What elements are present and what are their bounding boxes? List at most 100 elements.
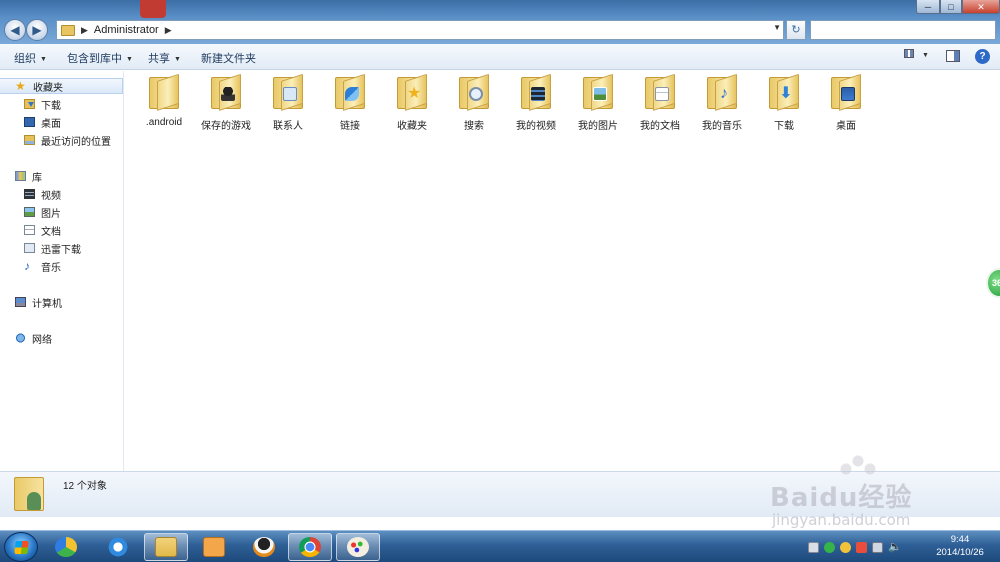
- network-tray-icon[interactable]: [872, 541, 883, 553]
- internet-explorer-icon: [107, 537, 129, 557]
- folder-item-my-pictures[interactable]: 我的图片: [567, 73, 629, 135]
- folder-label: 我的文档: [640, 121, 680, 132]
- folder-item-favorites[interactable]: ★ 收藏夹: [381, 73, 443, 135]
- preview-pane-button[interactable]: [946, 50, 960, 62]
- 360-safe-icon: [55, 537, 77, 557]
- chevron-down-icon: ▼: [922, 52, 929, 59]
- folder-label: 保存的游戏: [201, 121, 251, 132]
- nav-computer[interactable]: 计算机: [0, 294, 123, 310]
- taskbar-app-360[interactable]: [44, 533, 88, 561]
- downloads-folder-icon: ⬇: [767, 73, 801, 111]
- downloads-icon: [24, 99, 35, 109]
- folder-label: 联系人: [273, 121, 303, 132]
- nav-item-music[interactable]: ♪ 音乐: [0, 258, 123, 274]
- nav-item-pictures[interactable]: 图片: [0, 204, 123, 220]
- folder-item-desktop[interactable]: 桌面: [815, 73, 877, 135]
- share-menu[interactable]: 共享 ▼: [148, 50, 181, 66]
- organize-menu[interactable]: 组织 ▼: [14, 50, 47, 66]
- chrome-icon: [299, 537, 321, 557]
- folder-item-contacts[interactable]: 联系人: [257, 73, 319, 135]
- nav-favorites[interactable]: ★ 收藏夹: [0, 78, 123, 94]
- nav-network-label: 网络: [32, 334, 52, 346]
- breadcrumb-administrator[interactable]: Administrator: [94, 24, 159, 36]
- address-bar[interactable]: ▶ Administrator ▶ ▼: [56, 20, 784, 40]
- folder-item-my-music[interactable]: ♪ 我的音乐: [691, 73, 753, 135]
- nav-item-label: 视频: [41, 190, 61, 202]
- change-view-button[interactable]: ▼: [904, 49, 932, 65]
- chevron-down-icon: ▼: [40, 56, 47, 63]
- nav-item-videos[interactable]: 视频: [0, 186, 123, 202]
- nav-item-label: 图片: [41, 208, 61, 220]
- folder-item-downloads[interactable]: ⬇ 下载: [753, 73, 815, 135]
- libraries-icon: [15, 171, 26, 181]
- nav-item-documents[interactable]: 文档: [0, 222, 123, 238]
- details-pane: 12 个对象: [0, 471, 1000, 517]
- searches-folder-icon: [457, 73, 491, 111]
- taskbar-app-chrome[interactable]: [288, 533, 332, 561]
- file-list[interactable]: .android 保存的游戏 联系人 链接 ★ 收藏夹 搜索 我的视频 我的图片…: [125, 71, 1000, 471]
- folder-label: 我的音乐: [702, 121, 742, 132]
- nav-item-downloads[interactable]: 下载: [0, 96, 123, 112]
- taskbar-app-qq[interactable]: [242, 533, 286, 561]
- taskbar-app-explorer[interactable]: [144, 533, 188, 561]
- antivirus-tray-icon[interactable]: [856, 541, 867, 553]
- folder-label: 收藏夹: [397, 121, 427, 132]
- links-folder-icon: [333, 73, 367, 111]
- music-folder-icon: ♪: [705, 73, 739, 111]
- network-icon: [15, 333, 26, 343]
- pictures-icon: [24, 207, 35, 217]
- nav-item-label: 迅雷下载: [41, 244, 81, 256]
- refresh-button[interactable]: ↻: [786, 20, 806, 40]
- folder-label: 我的图片: [578, 121, 618, 132]
- recent-places-icon: [24, 135, 35, 145]
- help-icon[interactable]: ?: [975, 49, 990, 64]
- folder-item-saved-games[interactable]: 保存的游戏: [195, 73, 257, 135]
- nav-item-desktop[interactable]: 桌面: [0, 114, 123, 130]
- system-clock[interactable]: 9:44 2014/10/26: [926, 533, 994, 559]
- star-icon: ★: [15, 79, 26, 93]
- nav-libraries[interactable]: 库: [0, 168, 123, 184]
- start-button[interactable]: [4, 532, 38, 562]
- folder-item-my-videos[interactable]: 我的视频: [505, 73, 567, 135]
- taskbar-app-ie[interactable]: [96, 533, 140, 561]
- contacts-folder-icon: [271, 73, 305, 111]
- taskbar-app-media[interactable]: [192, 533, 236, 561]
- include-in-library-menu[interactable]: 包含到库中 ▼: [67, 50, 133, 66]
- nav-item-thunder-downloads[interactable]: 迅雷下载: [0, 240, 123, 256]
- folder-item-my-documents[interactable]: 我的文档: [629, 73, 691, 135]
- nav-item-recent-places[interactable]: 最近访问的位置: [0, 132, 123, 148]
- folder-item-links[interactable]: 链接: [319, 73, 381, 135]
- music-note-icon: ♪: [24, 259, 30, 273]
- navigation-pane: ★ 收藏夹 下载 桌面 最近访问的位置 库 视频 图片 文档 迅雷下载 ♪ 音乐…: [0, 71, 124, 471]
- chevron-down-icon: ▼: [174, 56, 181, 63]
- keyboard-icon[interactable]: [808, 541, 819, 553]
- taskbar-app-paint[interactable]: [336, 533, 380, 561]
- desktop-folder-icon: [829, 73, 863, 111]
- nav-item-label: 文档: [41, 226, 61, 238]
- 360-tray-icon[interactable]: [824, 541, 835, 553]
- clock-time: 9:44: [950, 534, 970, 545]
- search-input[interactable]: [810, 20, 996, 40]
- new-folder-button[interactable]: 新建文件夹: [201, 50, 256, 66]
- maximize-button[interactable]: □: [940, 0, 962, 14]
- window-titlebar: ─ □ ✕ ◀ ▶ ▶ Administrator ▶ ▼ ↻: [0, 0, 1000, 44]
- nav-item-label: 最近访问的位置: [41, 136, 111, 148]
- forward-button[interactable]: ▶: [26, 19, 48, 41]
- address-history-dropdown-icon[interactable]: ▼: [773, 23, 781, 32]
- user-folder-icon: [61, 24, 75, 36]
- folder-label: 链接: [340, 121, 360, 132]
- breadcrumb-separator-icon[interactable]: ▶: [81, 25, 88, 36]
- folder-item-android[interactable]: .android: [133, 73, 195, 135]
- thunder-downloads-icon: [24, 243, 35, 253]
- command-bar: 组织 ▼ 包含到库中 ▼ 共享 ▼ 新建文件夹 ▼ ?: [0, 44, 1000, 70]
- windows-logo-icon: [14, 541, 29, 554]
- folder-item-searches[interactable]: 搜索: [443, 73, 505, 135]
- minimize-button[interactable]: ─: [916, 0, 940, 14]
- back-button[interactable]: ◀: [4, 19, 26, 41]
- close-button[interactable]: ✕: [962, 0, 1000, 14]
- breadcrumb-separator-icon[interactable]: ▶: [165, 25, 172, 36]
- nav-network[interactable]: 网络: [0, 330, 123, 346]
- volume-icon[interactable]: 🔈: [888, 541, 902, 553]
- qq-tray-icon[interactable]: [840, 541, 851, 553]
- saved-games-folder-icon: [209, 73, 243, 111]
